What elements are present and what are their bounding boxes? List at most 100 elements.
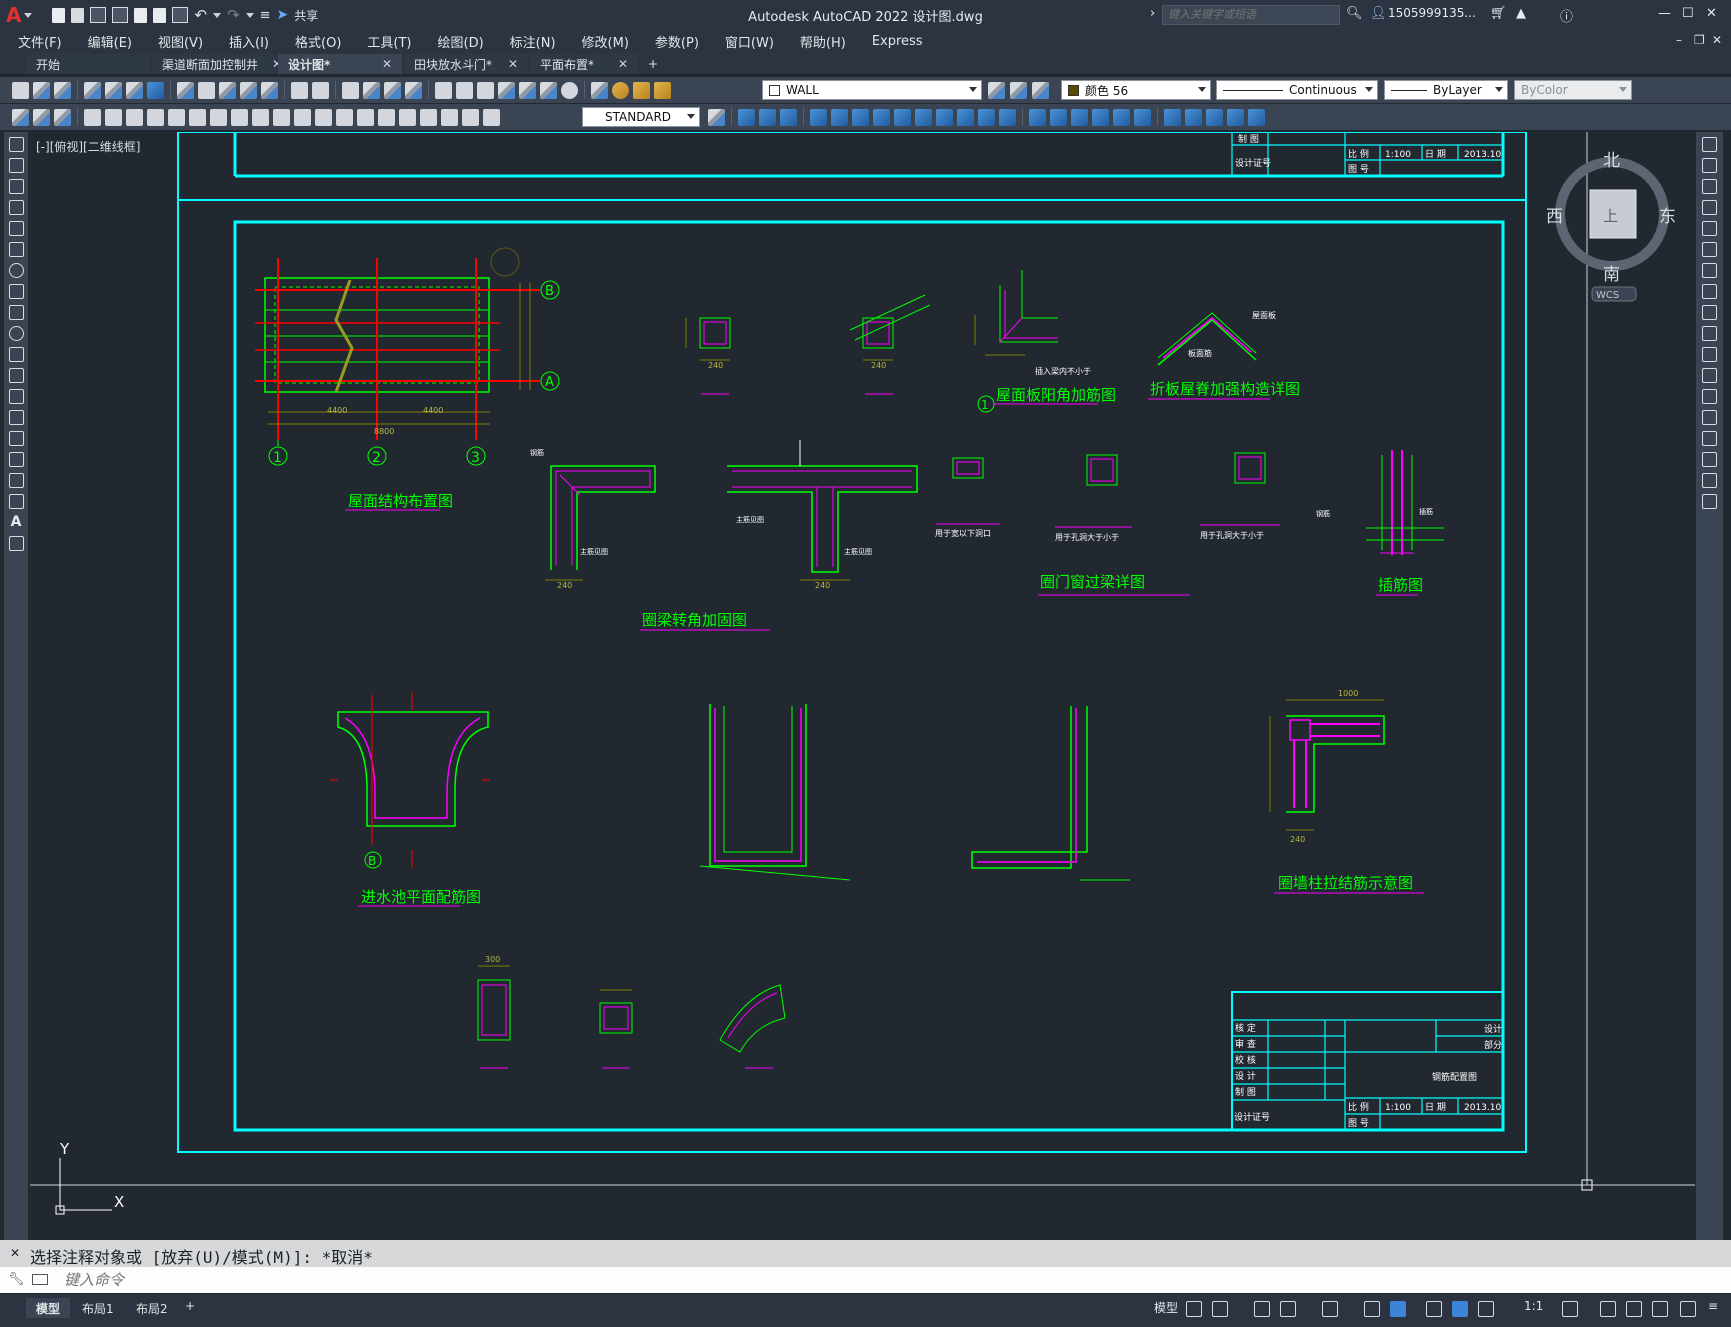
polar-icon[interactable] xyxy=(1280,1301,1296,1317)
markup-icon[interactable] xyxy=(519,81,536,99)
linear-dim-icon[interactable] xyxy=(84,108,101,126)
modify-3d-6-icon[interactable] xyxy=(915,108,932,126)
menu-modify[interactable]: 修改(M) xyxy=(582,32,629,51)
tab-field-gate[interactable]: 田块放水斗门* ✕ xyxy=(404,54,528,74)
tab-model[interactable]: 模型 xyxy=(26,1298,71,1318)
viewcube-north[interactable]: 北 xyxy=(1603,151,1620,171)
jogged-linear-icon[interactable] xyxy=(420,108,437,126)
modify-3d-3-icon[interactable] xyxy=(852,108,869,126)
fillet-icon[interactable] xyxy=(1702,452,1717,467)
polyline-icon[interactable] xyxy=(8,179,24,194)
rectangle-icon[interactable] xyxy=(8,221,24,236)
search-input[interactable] xyxy=(1162,5,1340,25)
plot-icon[interactable] xyxy=(84,81,101,99)
text-style-select[interactable]: STANDARD xyxy=(582,107,700,127)
chamfer-icon[interactable] xyxy=(1702,431,1717,446)
units-icon[interactable] xyxy=(1626,1301,1642,1317)
command-input[interactable] xyxy=(64,1270,1664,1290)
block-editor-icon[interactable] xyxy=(261,81,278,99)
make-block-icon[interactable] xyxy=(8,389,24,404)
extend-icon[interactable] xyxy=(1702,347,1717,362)
doc-restore-icon[interactable]: ❐ xyxy=(1694,33,1705,47)
undo-icon[interactable] xyxy=(291,81,308,99)
jogged-icon[interactable] xyxy=(189,108,206,126)
3d-wedge-icon[interactable] xyxy=(759,108,776,126)
insert-block-icon[interactable] xyxy=(8,368,24,383)
customize-qat-icon[interactable]: ≡ xyxy=(260,8,271,23)
viewcube-west[interactable]: 西 xyxy=(1546,207,1563,227)
dim-space-icon[interactable] xyxy=(315,108,332,126)
radius-icon[interactable] xyxy=(168,108,185,126)
grid-icon[interactable] xyxy=(1186,1301,1202,1317)
ortho-icon[interactable] xyxy=(1254,1301,1270,1317)
layer-freeze-icon[interactable] xyxy=(633,81,650,99)
offset-icon[interactable] xyxy=(1702,200,1717,215)
render-2-icon[interactable] xyxy=(1185,108,1202,126)
solid-edit-3-icon[interactable] xyxy=(1071,108,1088,126)
open-icon[interactable] xyxy=(33,81,50,99)
add-selected-icon[interactable] xyxy=(8,536,24,551)
modify-3d-7-icon[interactable] xyxy=(936,108,953,126)
render-5-icon[interactable] xyxy=(1248,108,1265,126)
pan-icon[interactable] xyxy=(342,81,359,99)
construction-line-icon[interactable] xyxy=(8,158,24,173)
menu-draw[interactable]: 绘图(D) xyxy=(438,32,484,51)
user-icon[interactable]: 👤︎ xyxy=(1370,6,1387,21)
menu-express[interactable]: Express xyxy=(872,34,923,49)
tab-layout2[interactable]: 布局2 xyxy=(126,1298,178,1318)
save-icon[interactable] xyxy=(54,81,71,99)
trim-icon[interactable] xyxy=(1702,326,1717,341)
ellipse-icon[interactable] xyxy=(8,326,24,341)
drawing-canvas[interactable]: 制 图 设计证号 比 例 1:100 日 期 2013.10 图 号 4400 … xyxy=(30,132,1695,1237)
menu-window[interactable]: 窗口(W) xyxy=(725,32,774,51)
plot-icon[interactable] xyxy=(172,7,189,23)
render-4-icon[interactable] xyxy=(1227,108,1244,126)
plot-preview-icon[interactable] xyxy=(105,81,122,99)
doc-minimize-icon[interactable]: – xyxy=(1676,33,1682,47)
array-icon[interactable] xyxy=(1702,221,1717,236)
viewcube-east[interactable]: 东 xyxy=(1659,207,1676,227)
tab-close-icon[interactable]: ✕ xyxy=(618,57,628,71)
redo-dropdown-icon[interactable] xyxy=(245,12,254,18)
new-tab-button[interactable]: + xyxy=(640,54,666,74)
diameter-icon[interactable] xyxy=(210,108,227,126)
zoom-previous-icon[interactable] xyxy=(405,81,422,99)
explode-icon[interactable] xyxy=(1702,494,1717,509)
stretch-icon[interactable] xyxy=(1702,305,1717,320)
copy-icon[interactable] xyxy=(198,81,215,99)
linetype-select[interactable]: Continuous xyxy=(1216,80,1378,100)
table-icon[interactable] xyxy=(8,494,24,509)
color-select[interactable]: 颜色 56 xyxy=(1061,80,1211,100)
layer-select[interactable]: WALL xyxy=(762,80,982,100)
auto-scale-icon[interactable] xyxy=(1478,1301,1494,1317)
search-expand-icon[interactable]: › xyxy=(1150,6,1155,21)
customization-icon[interactable]: ≡ xyxy=(1708,1299,1718,1313)
menu-file[interactable]: 文件(F) xyxy=(18,32,62,51)
modify-3d-9-icon[interactable] xyxy=(978,108,995,126)
revision-cloud-icon[interactable] xyxy=(8,284,24,299)
modify-3d-2-icon[interactable] xyxy=(831,108,848,126)
tolerance-icon[interactable] xyxy=(357,108,374,126)
properties-icon[interactable] xyxy=(435,81,452,99)
render-1-icon[interactable] xyxy=(1164,108,1181,126)
3d-box-icon[interactable] xyxy=(738,108,755,126)
calculator-icon[interactable] xyxy=(540,81,557,99)
maximize-icon[interactable]: ☐ xyxy=(1682,6,1694,21)
snap-icon[interactable] xyxy=(1212,1301,1228,1317)
zoom-window-icon[interactable] xyxy=(384,81,401,99)
break-icon[interactable] xyxy=(1702,389,1717,404)
wrench-icon[interactable]: 🔧︎ xyxy=(8,1272,25,1287)
viewcube-top-label[interactable]: 上 xyxy=(1603,207,1618,225)
layer-properties-icon[interactable] xyxy=(591,81,608,99)
lineweight-select[interactable]: ByLayer xyxy=(1384,80,1508,100)
solid-edit-5-icon[interactable] xyxy=(1113,108,1130,126)
save-as-icon[interactable] xyxy=(112,7,129,23)
solid-edit-1-icon[interactable] xyxy=(1029,108,1046,126)
hatch-edit-icon[interactable] xyxy=(54,108,71,126)
line-icon[interactable] xyxy=(8,137,24,152)
cart-icon[interactable]: 🛒︎ xyxy=(1490,6,1507,21)
render-3-icon[interactable] xyxy=(1206,108,1223,126)
modify-3d-1-icon[interactable] xyxy=(810,108,827,126)
menu-format[interactable]: 格式(O) xyxy=(295,32,341,51)
add-layout-icon[interactable]: + xyxy=(185,1299,195,1313)
